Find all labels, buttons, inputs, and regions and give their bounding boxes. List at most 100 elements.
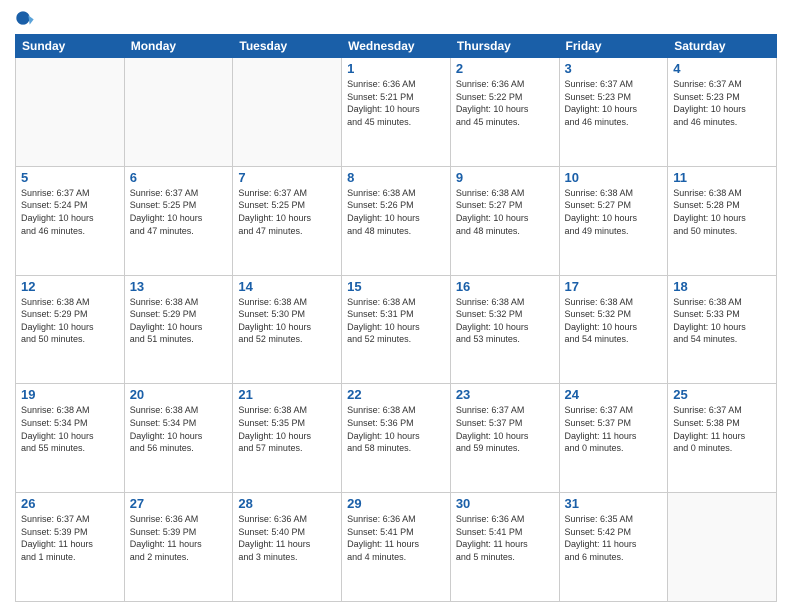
logo-icon (15, 10, 35, 30)
calendar-cell: 16Sunrise: 6:38 AM Sunset: 5:32 PM Dayli… (450, 275, 559, 384)
cell-info: Sunrise: 6:38 AM Sunset: 5:33 PM Dayligh… (673, 296, 771, 346)
calendar-cell: 5 Sunrise: 6:37 AM Sunset: 5:24 PM Daylig… (16, 166, 125, 275)
cell-info: Sunrise: 6:38 AM Sunset: 5:36 PM Dayligh… (347, 404, 445, 454)
calendar-cell: 18 Sunrise: 6:38 AM Sunset: 5:33 PM Dayli… (668, 275, 777, 384)
day-number: 14 (238, 279, 336, 294)
cell-info: Sunrise: 6:38 AM Sunset: 5:29 PM Dayligh… (21, 296, 119, 346)
day-number: 27 (130, 496, 228, 511)
day-number: 20 (130, 387, 228, 402)
calendar-table: SundayMondayTuesdayWednesdayThursdayFrid… (15, 34, 777, 602)
cell-info: Sunrise: 6:36 AM Sunset: 5:40 PM Dayligh… (238, 513, 336, 563)
cell-info: Sunrise: 6:38 AM Sunset: 5:35 PM Dayligh… (238, 404, 336, 454)
calendar-cell: 1Sunrise: 6:36 AM Sunset: 5:21 PM Daylig… (342, 58, 451, 167)
cell-info: Sunrise: 6:38 AM Sunset: 5:27 PM Dayligh… (565, 187, 663, 237)
calendar-cell: 3 Sunrise: 6:37 AM Sunset: 5:23 PM Daylig… (559, 58, 668, 167)
calendar-cell: 28 Sunrise: 6:36 AM Sunset: 5:40 PM Dayli… (233, 493, 342, 602)
day-number: 31 (565, 496, 663, 511)
cell-info: Sunrise: 6:37 AM Sunset: 5:25 PM Dayligh… (238, 187, 336, 237)
calendar-cell: 12 Sunrise: 6:38 AM Sunset: 5:29 PM Dayli… (16, 275, 125, 384)
day-number: 19 (21, 387, 119, 402)
calendar-cell: 30 Sunrise: 6:36 AM Sunset: 5:41 PM Dayli… (450, 493, 559, 602)
calendar-cell: 10 Sunrise: 6:38 AM Sunset: 5:27 PM Dayli… (559, 166, 668, 275)
cell-info: Sunrise: 6:38 AM Sunset: 5:34 PM Dayligh… (130, 404, 228, 454)
cell-info: Sunrise: 6:38 AM Sunset: 5:31 PM Dayligh… (347, 296, 445, 346)
calendar-cell: 9Sunrise: 6:38 AM Sunset: 5:27 PM Daylig… (450, 166, 559, 275)
day-header-thursday: Thursday (450, 35, 559, 58)
cell-info: Sunrise: 6:35 AM Sunset: 5:42 PM Dayligh… (565, 513, 663, 563)
day-number: 7 (238, 170, 336, 185)
calendar-cell: 19 Sunrise: 6:38 AM Sunset: 5:34 PM Dayli… (16, 384, 125, 493)
day-header-saturday: Saturday (668, 35, 777, 58)
cell-info: Sunrise: 6:36 AM Sunset: 5:41 PM Dayligh… (347, 513, 445, 563)
calendar-cell: 15 Sunrise: 6:38 AM Sunset: 5:31 PM Dayli… (342, 275, 451, 384)
calendar-cell: 31 Sunrise: 6:35 AM Sunset: 5:42 PM Dayli… (559, 493, 668, 602)
calendar-cell: 24 Sunrise: 6:37 AM Sunset: 5:37 PM Dayli… (559, 384, 668, 493)
calendar-cell: 17Sunrise: 6:38 AM Sunset: 5:32 PM Dayli… (559, 275, 668, 384)
cell-info: Sunrise: 6:38 AM Sunset: 5:26 PM Dayligh… (347, 187, 445, 237)
calendar-cell (668, 493, 777, 602)
cell-info: Sunrise: 6:37 AM Sunset: 5:23 PM Dayligh… (565, 78, 663, 128)
day-number: 28 (238, 496, 336, 511)
calendar-cell (16, 58, 125, 167)
cell-info: Sunrise: 6:38 AM Sunset: 5:32 PM Dayligh… (456, 296, 554, 346)
day-number: 24 (565, 387, 663, 402)
calendar-cell: 4 Sunrise: 6:37 AM Sunset: 5:23 PM Daylig… (668, 58, 777, 167)
calendar-cell: 8 Sunrise: 6:38 AM Sunset: 5:26 PM Daylig… (342, 166, 451, 275)
day-number: 6 (130, 170, 228, 185)
cell-info: Sunrise: 6:36 AM Sunset: 5:41 PM Dayligh… (456, 513, 554, 563)
day-number: 22 (347, 387, 445, 402)
day-number: 5 (21, 170, 119, 185)
cell-info: Sunrise: 6:37 AM Sunset: 5:38 PM Dayligh… (673, 404, 771, 454)
day-number: 10 (565, 170, 663, 185)
day-number: 9 (456, 170, 554, 185)
logo-text (15, 10, 39, 30)
cell-info: Sunrise: 6:36 AM Sunset: 5:39 PM Dayligh… (130, 513, 228, 563)
day-header-tuesday: Tuesday (233, 35, 342, 58)
cell-info: Sunrise: 6:37 AM Sunset: 5:23 PM Dayligh… (673, 78, 771, 128)
cell-info: Sunrise: 6:38 AM Sunset: 5:32 PM Dayligh… (565, 296, 663, 346)
day-number: 26 (21, 496, 119, 511)
calendar-cell: 27 Sunrise: 6:36 AM Sunset: 5:39 PM Dayli… (124, 493, 233, 602)
day-number: 30 (456, 496, 554, 511)
cell-info: Sunrise: 6:37 AM Sunset: 5:25 PM Dayligh… (130, 187, 228, 237)
day-number: 18 (673, 279, 771, 294)
cell-info: Sunrise: 6:36 AM Sunset: 5:21 PM Dayligh… (347, 78, 445, 128)
header-row: SundayMondayTuesdayWednesdayThursdayFrid… (16, 35, 777, 58)
cell-info: Sunrise: 6:38 AM Sunset: 5:34 PM Dayligh… (21, 404, 119, 454)
week-row-5: 26 Sunrise: 6:37 AM Sunset: 5:39 PM Dayli… (16, 493, 777, 602)
calendar-cell: 20 Sunrise: 6:38 AM Sunset: 5:34 PM Dayli… (124, 384, 233, 493)
cell-info: Sunrise: 6:37 AM Sunset: 5:24 PM Dayligh… (21, 187, 119, 237)
week-row-3: 12 Sunrise: 6:38 AM Sunset: 5:29 PM Dayli… (16, 275, 777, 384)
cell-info: Sunrise: 6:38 AM Sunset: 5:30 PM Dayligh… (238, 296, 336, 346)
cell-info: Sunrise: 6:38 AM Sunset: 5:29 PM Dayligh… (130, 296, 228, 346)
logo-area (15, 10, 39, 30)
cell-info: Sunrise: 6:37 AM Sunset: 5:37 PM Dayligh… (456, 404, 554, 454)
day-number: 29 (347, 496, 445, 511)
day-number: 21 (238, 387, 336, 402)
cell-info: Sunrise: 6:38 AM Sunset: 5:28 PM Dayligh… (673, 187, 771, 237)
day-number: 8 (347, 170, 445, 185)
day-number: 3 (565, 61, 663, 76)
day-number: 15 (347, 279, 445, 294)
calendar-cell: 11 Sunrise: 6:38 AM Sunset: 5:28 PM Dayli… (668, 166, 777, 275)
calendar-cell: 23 Sunrise: 6:37 AM Sunset: 5:37 PM Dayli… (450, 384, 559, 493)
week-row-4: 19 Sunrise: 6:38 AM Sunset: 5:34 PM Dayli… (16, 384, 777, 493)
day-number: 12 (21, 279, 119, 294)
cell-info: Sunrise: 6:36 AM Sunset: 5:22 PM Dayligh… (456, 78, 554, 128)
calendar-cell (233, 58, 342, 167)
day-number: 4 (673, 61, 771, 76)
week-row-2: 5 Sunrise: 6:37 AM Sunset: 5:24 PM Daylig… (16, 166, 777, 275)
calendar-cell: 6 Sunrise: 6:37 AM Sunset: 5:25 PM Daylig… (124, 166, 233, 275)
day-number: 2 (456, 61, 554, 76)
cell-info: Sunrise: 6:37 AM Sunset: 5:37 PM Dayligh… (565, 404, 663, 454)
cell-info: Sunrise: 6:37 AM Sunset: 5:39 PM Dayligh… (21, 513, 119, 563)
day-number: 23 (456, 387, 554, 402)
day-header-monday: Monday (124, 35, 233, 58)
page: SundayMondayTuesdayWednesdayThursdayFrid… (0, 0, 792, 612)
calendar-cell: 7 Sunrise: 6:37 AM Sunset: 5:25 PM Daylig… (233, 166, 342, 275)
day-header-friday: Friday (559, 35, 668, 58)
day-number: 11 (673, 170, 771, 185)
week-row-1: 1Sunrise: 6:36 AM Sunset: 5:21 PM Daylig… (16, 58, 777, 167)
header (15, 10, 777, 30)
day-number: 13 (130, 279, 228, 294)
